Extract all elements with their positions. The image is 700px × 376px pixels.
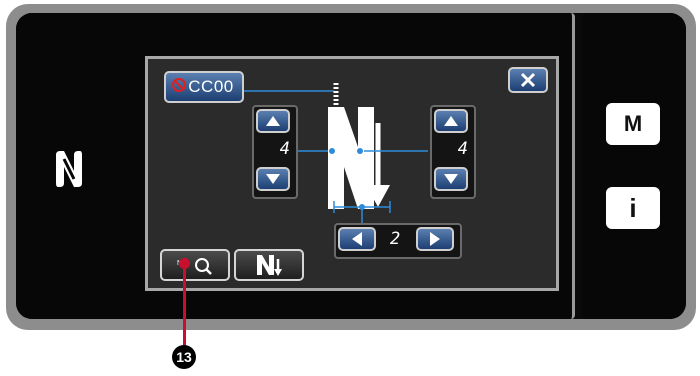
device-inner: CC00 4 4 2 M i: [16, 13, 686, 319]
device-frame: CC00 4 4 2 M i: [6, 4, 696, 330]
nfc-icon: [56, 151, 82, 187]
right-increase-button[interactable]: [434, 109, 468, 133]
bottom-decrease-button[interactable]: [338, 227, 376, 251]
right-stepper: 4: [430, 105, 476, 199]
info-button[interactable]: i: [606, 187, 660, 229]
right-decrease-button[interactable]: [434, 167, 468, 191]
right-value: 4: [457, 139, 468, 159]
left-increase-button[interactable]: [256, 109, 290, 133]
pattern-search-button[interactable]: No.: [160, 249, 230, 281]
mode-button[interactable]: M: [606, 103, 660, 145]
side-panel: M i: [582, 13, 686, 319]
bottom-stepper: 2: [334, 223, 462, 259]
zigzag-shape: [328, 107, 374, 209]
stitch-shape-button[interactable]: [234, 249, 304, 281]
bottom-increase-button[interactable]: [416, 227, 454, 251]
close-icon: [520, 72, 536, 88]
down-arrow-icon: [444, 174, 458, 184]
info-button-label: i: [629, 192, 637, 223]
up-arrow-icon: [444, 116, 458, 126]
down-arrow-icon: [266, 174, 280, 184]
zigzag-stitch-icon: [257, 255, 282, 276]
pattern-no-label: CC00: [188, 77, 234, 96]
left-stepper: 4: [252, 105, 298, 199]
left-arrow-icon: [352, 232, 362, 246]
pattern-no-button[interactable]: CC00: [164, 71, 244, 103]
callout-number: 13: [172, 345, 196, 369]
left-value: 4: [279, 139, 290, 159]
up-arrow-icon: [266, 116, 280, 126]
main-panel: CC00 4 4 2: [16, 13, 575, 319]
prohibit-icon: [172, 78, 186, 92]
left-guide-dot: [329, 148, 335, 154]
lcd-screen: CC00 4 4 2: [145, 56, 559, 291]
close-button[interactable]: [508, 67, 548, 93]
callout-line: [183, 262, 186, 352]
bottom-value: 2: [390, 229, 401, 249]
right-guide-dot: [357, 148, 363, 154]
left-decrease-button[interactable]: [256, 167, 290, 191]
mode-button-label: M: [623, 111, 643, 136]
right-arrow-icon: [430, 232, 440, 246]
